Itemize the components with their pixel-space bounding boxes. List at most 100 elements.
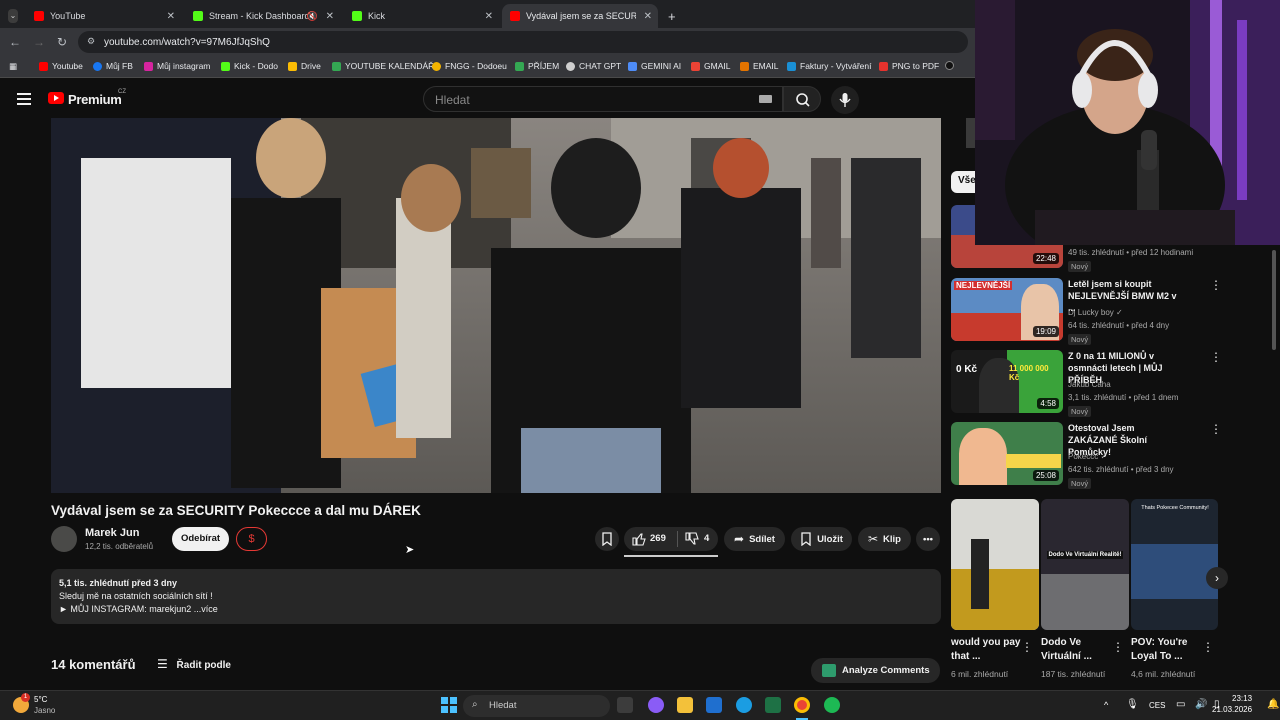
close-icon[interactable]: ✕ (326, 11, 334, 22)
description-box[interactable]: 5,1 tis. zhlédnutí před 3 dny Sleduj mě … (51, 569, 941, 624)
keyboard-icon[interactable] (759, 95, 772, 103)
thanks-button[interactable]: $ (236, 527, 267, 551)
sort-comments-button[interactable]: ☰ Řadit podle (157, 657, 231, 671)
bookmark-kick[interactable]: Kick - Dodo (221, 61, 278, 71)
microphone-icon[interactable]: 🎙 (1126, 699, 1139, 710)
bookmark-gemini[interactable]: GEMINI AI (628, 61, 681, 71)
short-title[interactable]: would you pay that ... (951, 636, 1026, 664)
recommendation-item[interactable]: 0 Kč 11 000 000 Kč 4:58 Z 0 na 11 MILION… (951, 350, 1222, 417)
language-indicator[interactable]: CES (1149, 701, 1165, 710)
bookmark-prijem[interactable]: PŘÍJEM (515, 61, 559, 71)
tab-kick[interactable]: Kick ✕ (344, 4, 499, 28)
close-icon[interactable]: ✕ (644, 11, 652, 22)
outlook-icon[interactable] (706, 697, 722, 713)
subscribe-button[interactable]: Odebírat (172, 527, 229, 551)
back-arrow-icon[interactable]: ← (9, 35, 21, 49)
bookmark-fb[interactable]: Můj FB (93, 61, 133, 71)
notification-bell-icon[interactable]: 🔔 (1267, 699, 1279, 710)
more-vertical-icon[interactable]: ⋮ (1112, 640, 1124, 654)
more-vertical-icon[interactable]: ⋮ (1210, 350, 1222, 364)
thumbs-down-icon (685, 532, 699, 545)
short-thumbnail[interactable] (951, 499, 1039, 630)
bookmark-yt-calendar[interactable]: YOUTUBE KALENDÁŘ (332, 61, 434, 71)
video-thumbnail[interactable]: NEJLEVNĚJŠÍ 19:09 (951, 278, 1063, 341)
search-input[interactable]: Hledat (423, 86, 783, 112)
bookmark-chatgpt[interactable]: CHAT GPT (566, 61, 621, 71)
tab-youtube[interactable]: YouTube ✕ (26, 4, 181, 28)
voice-search-button[interactable] (831, 86, 859, 114)
bookmark-instagram[interactable]: Můj instagram (144, 61, 210, 71)
volume-icon[interactable]: 🔊 (1195, 699, 1207, 710)
edge-icon[interactable] (736, 697, 752, 713)
tab-video-active[interactable]: Vydával jsem se za SECURITY P ✕ (502, 4, 658, 28)
share-button[interactable]: ➦ Sdílet (724, 527, 785, 551)
channel-name[interactable]: Dj Lucky boy ✓ (1068, 308, 1123, 317)
excel-icon[interactable] (765, 697, 781, 713)
video-thumbnail[interactable]: 0 Kč 11 000 000 Kč 4:58 (951, 350, 1063, 413)
apps-grid-icon[interactable]: ▦ (9, 61, 17, 72)
file-explorer-icon[interactable] (677, 697, 693, 713)
scrollbar-thumb[interactable] (1272, 250, 1276, 350)
analyze-icon (822, 664, 836, 677)
spotify-icon[interactable] (824, 697, 840, 713)
clock-date[interactable]: 21.03.2026 (1212, 705, 1252, 714)
like-button[interactable] (632, 532, 646, 549)
scrollbar-track[interactable] (1270, 245, 1278, 690)
short-thumbnail[interactable]: Thats Pokecee Community! (1131, 499, 1218, 630)
tab-list-button[interactable]: ⌄ (0, 4, 26, 28)
task-view-icon[interactable] (617, 697, 633, 713)
address-bar[interactable]: ⚙ youtube.com/watch?v=97M6JfJqShQ (78, 31, 968, 53)
save-button[interactable]: Uložit (791, 527, 852, 551)
chrome-icon[interactable] (794, 697, 810, 713)
youtube-premium-logo[interactable]: Premium (68, 92, 122, 107)
channel-name[interactable]: Jakub Caha (1068, 380, 1111, 389)
recommendation-item[interactable]: NEJLEVNĚJŠÍ 19:09 Letěl jsem si koupit N… (951, 278, 1222, 345)
taskbar-search[interactable]: ⌕ Hledat (463, 695, 610, 717)
close-icon[interactable]: ✕ (167, 11, 175, 22)
search-button[interactable] (783, 86, 821, 112)
windows-start-icon[interactable] (441, 697, 457, 713)
chevron-up-icon[interactable]: ^ (1104, 700, 1108, 710)
channel-avatar[interactable] (51, 526, 77, 552)
bookmark-faktury[interactable]: Faktury - Vytváření (787, 61, 871, 71)
channel-name[interactable]: Marek Jun (85, 527, 139, 539)
more-vertical-icon[interactable]: ⋮ (1021, 640, 1033, 654)
dislike-button[interactable] (685, 532, 699, 549)
bookmark-drive[interactable]: Drive (288, 61, 321, 71)
forward-arrow-icon[interactable]: → (33, 35, 45, 49)
bookmark-button[interactable] (595, 527, 619, 551)
close-icon[interactable]: ✕ (485, 11, 493, 22)
clip-button[interactable]: ✂ Klip (858, 527, 911, 551)
network-icon[interactable]: ▭ (1176, 699, 1185, 710)
analyze-comments-button[interactable]: Analyze Comments (811, 658, 940, 683)
bookmark-s[interactable] (945, 61, 958, 70)
short-title[interactable]: Dodo Ve Virtuální ... (1041, 636, 1116, 664)
mute-icon[interactable]: 🔇 (307, 11, 318, 22)
site-info-icon[interactable]: ⚙ (87, 36, 95, 47)
filter-chip-all[interactable]: Vše (951, 171, 976, 193)
channel-name[interactable]: Pokeccc ✓ (1068, 452, 1107, 461)
more-vertical-icon[interactable]: ⋮ (1210, 278, 1222, 292)
recommendation-thumbnail-partial[interactable] (966, 118, 975, 148)
new-tab-button[interactable]: + (660, 4, 680, 28)
bookmark-png-to-pdf[interactable]: PNG to PDF (879, 61, 939, 71)
more-vertical-icon[interactable]: ⋮ (1210, 422, 1222, 436)
shorts-next-button[interactable]: › (1206, 567, 1228, 589)
reload-icon[interactable]: ↻ (57, 35, 67, 49)
clock-time[interactable]: 23:13 (1232, 694, 1252, 703)
video-player[interactable] (51, 118, 941, 493)
short-thumbnail[interactable]: Dodo Ve Virtuální Realitě! (1041, 499, 1129, 630)
short-title[interactable]: POV: You're Loyal To ... (1131, 636, 1206, 664)
bookmark-gmail[interactable]: GMAIL (691, 61, 730, 71)
menu-icon[interactable] (17, 93, 31, 105)
more-actions-button[interactable]: ••• (916, 527, 940, 551)
copilot-icon[interactable] (648, 697, 664, 713)
bookmark-email[interactable]: EMAIL (740, 61, 779, 71)
tab-kick-dashboard[interactable]: Stream - Kick Dashboard 🔇 ✕ (185, 4, 340, 28)
bookmark-youtube[interactable]: Youtube (39, 61, 83, 71)
more-vertical-icon[interactable]: ⋮ (1202, 640, 1214, 654)
video-thumbnail[interactable]: 25:08 (951, 422, 1063, 485)
bookmark-fngg[interactable]: FNGG - Dodoeu (432, 61, 507, 71)
youtube-logo-icon[interactable] (48, 92, 64, 104)
recommendation-item[interactable]: 25:08 Otestoval Jsem ZAKÁZANÉ Školní Pom… (951, 422, 1222, 489)
